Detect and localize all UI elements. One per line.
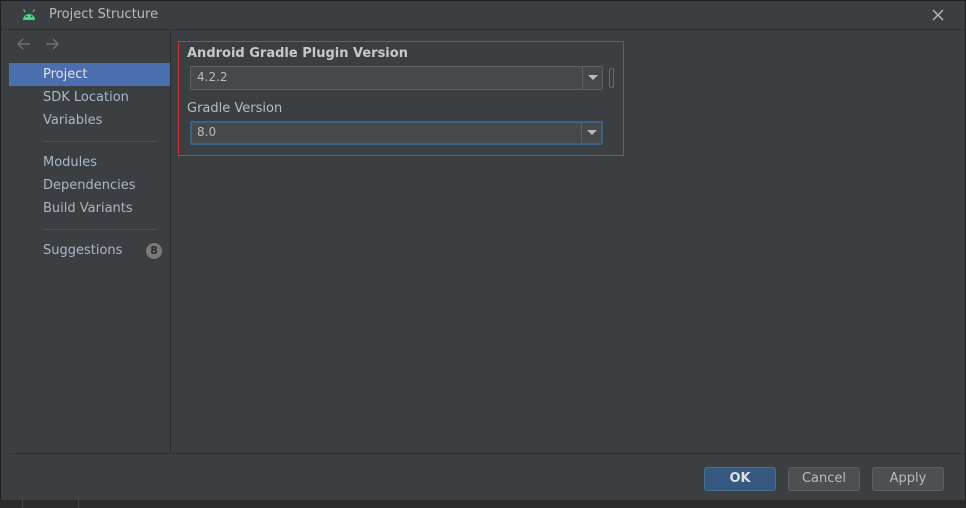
gradle-version-dropdown[interactable]: 8.0 (190, 121, 603, 145)
sidebar-divider (43, 229, 157, 230)
sidebar-item-sdk-location[interactable]: SDK Location (9, 86, 170, 109)
agp-version-dropdown[interactable]: 4.2.2 (190, 66, 603, 90)
sidebar-item-label: Modules (43, 155, 98, 170)
sidebar: Project SDK Location Variables Modules D… (9, 31, 171, 453)
sidebar-item-label: Project (43, 67, 88, 82)
chevron-down-icon (588, 75, 598, 80)
sidebar-item-label: Build Variants (43, 201, 133, 216)
resize-handle[interactable] (609, 68, 614, 88)
arrow-left-icon[interactable] (15, 35, 33, 53)
agp-version-value: 4.2.2 (197, 70, 228, 84)
sidebar-item-modules[interactable]: Modules (9, 151, 170, 174)
sidebar-item-label: Suggestions (43, 243, 123, 258)
nav-arrows (15, 35, 67, 57)
chevron-down-icon (587, 130, 597, 135)
project-structure-dialog: Project Structure Project SDK Location V… (0, 0, 966, 508)
dialog-button-bar: OK Cancel Apply (9, 453, 965, 501)
agp-version-label: Android Gradle Plugin Version (187, 46, 408, 61)
sidebar-item-label: SDK Location (43, 90, 129, 105)
title-bar: Project Structure (1, 1, 965, 30)
cancel-button[interactable]: Cancel (788, 467, 860, 491)
sidebar-item-build-variants[interactable]: Build Variants (9, 197, 170, 220)
gradle-version-value: 8.0 (197, 125, 217, 139)
ok-button[interactable]: OK (704, 467, 776, 491)
background-strip (0, 500, 966, 508)
sidebar-item-project[interactable]: Project (9, 63, 170, 86)
apply-button[interactable]: Apply (872, 467, 944, 491)
close-icon[interactable] (929, 6, 947, 24)
dropdown-button[interactable] (581, 123, 601, 143)
window-title: Project Structure (49, 7, 159, 22)
sidebar-item-dependencies[interactable]: Dependencies (9, 174, 170, 197)
android-icon (22, 9, 36, 20)
arrow-right-icon[interactable] (43, 35, 61, 53)
suggestions-count-badge: 8 (146, 243, 162, 259)
sidebar-item-label: Dependencies (43, 178, 136, 193)
sidebar-item-label: Variables (43, 113, 103, 128)
sidebar-item-suggestions[interactable]: Suggestions 8 (9, 239, 170, 262)
main-panel: Android Gradle Plugin Version 4.2.2 Grad… (172, 31, 965, 453)
sidebar-divider (43, 141, 157, 142)
gradle-version-label: Gradle Version (187, 101, 283, 116)
sidebar-item-variables[interactable]: Variables (9, 109, 170, 132)
dropdown-button[interactable] (582, 67, 602, 89)
